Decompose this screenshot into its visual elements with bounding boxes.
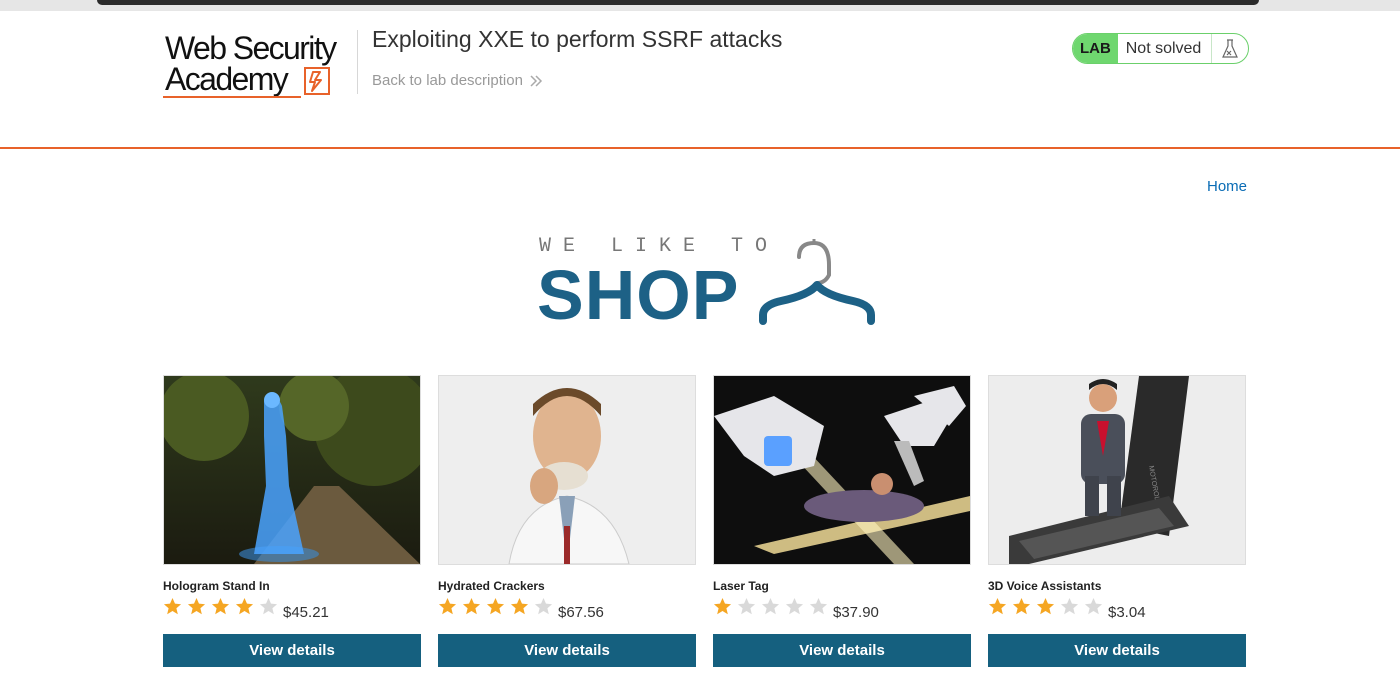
- star-rating: [438, 597, 553, 616]
- product-price: $3.04: [1108, 604, 1146, 621]
- logo-text-line2: Academy: [165, 61, 289, 97]
- web-security-academy-logo[interactable]: Web Security Academy: [163, 30, 355, 100]
- product-name: Hydrated Crackers: [438, 579, 545, 593]
- product-image-hologram[interactable]: [163, 375, 421, 565]
- product-name: 3D Voice Assistants: [988, 579, 1102, 593]
- lab-status-widget: LAB Not solved: [1072, 33, 1249, 64]
- star-empty-icon: [1060, 597, 1079, 615]
- logo-flash-icon: [304, 67, 330, 95]
- star-empty-icon: [1084, 597, 1103, 615]
- star-filled-icon: [988, 597, 1007, 615]
- we-like-to-shop-banner: WE LIKE TO SHOP: [537, 233, 877, 334]
- star-empty-icon: [785, 597, 804, 615]
- product-price: $37.90: [833, 604, 879, 621]
- flask-icon: [1211, 34, 1248, 63]
- lab-status-text: Not solved: [1125, 39, 1202, 57]
- star-filled-icon: [510, 597, 529, 615]
- double-chevron-right-icon: [530, 74, 542, 87]
- star-rating: [713, 597, 828, 616]
- star-filled-icon: [163, 597, 182, 615]
- hanger-icon: [759, 239, 875, 325]
- product-image-hydrated-crackers[interactable]: [438, 375, 696, 565]
- header-vertical-divider: [357, 30, 358, 94]
- star-filled-icon: [235, 597, 254, 615]
- star-filled-icon: [1012, 597, 1031, 615]
- star-empty-icon: [761, 597, 780, 615]
- view-details-button[interactable]: View details: [438, 634, 696, 667]
- star-empty-icon: [534, 597, 553, 615]
- lab-title: Exploiting XXE to perform SSRF attacks: [372, 26, 783, 52]
- header-divider-line: [0, 147, 1400, 149]
- star-filled-icon: [713, 597, 732, 615]
- browser-top-bar-inner: [97, 0, 1259, 5]
- home-link[interactable]: Home: [1207, 178, 1247, 195]
- star-filled-icon: [462, 597, 481, 615]
- banner-shop-word: SHOP: [537, 256, 740, 334]
- view-details-button[interactable]: View details: [163, 634, 421, 667]
- lab-badge: LAB: [1073, 34, 1118, 63]
- logo-underline: [163, 96, 301, 98]
- star-empty-icon: [809, 597, 828, 615]
- product-image-laser-tag[interactable]: [713, 375, 971, 565]
- star-filled-icon: [187, 597, 206, 615]
- product-image-3d-voice-assistants[interactable]: MOTOROLA: [988, 375, 1246, 565]
- star-filled-icon: [486, 597, 505, 615]
- product-name: Laser Tag: [713, 579, 769, 593]
- browser-top-bar: [0, 0, 1400, 11]
- star-rating: [163, 597, 278, 616]
- product-price: $67.56: [558, 604, 604, 621]
- product-name: Hologram Stand In: [163, 579, 270, 593]
- product-price: $45.21: [283, 604, 329, 621]
- star-empty-icon: [737, 597, 756, 615]
- logo-text-line1: Web Security: [165, 30, 337, 66]
- star-filled-icon: [1036, 597, 1055, 615]
- back-link-label: Back to lab description: [372, 72, 523, 89]
- view-details-button[interactable]: View details: [713, 634, 971, 667]
- star-filled-icon: [438, 597, 457, 615]
- back-to-lab-description-link[interactable]: Back to lab description: [372, 72, 543, 89]
- star-filled-icon: [211, 597, 230, 615]
- view-details-button[interactable]: View details: [988, 634, 1246, 667]
- star-empty-icon: [259, 597, 278, 615]
- star-rating: [988, 597, 1103, 616]
